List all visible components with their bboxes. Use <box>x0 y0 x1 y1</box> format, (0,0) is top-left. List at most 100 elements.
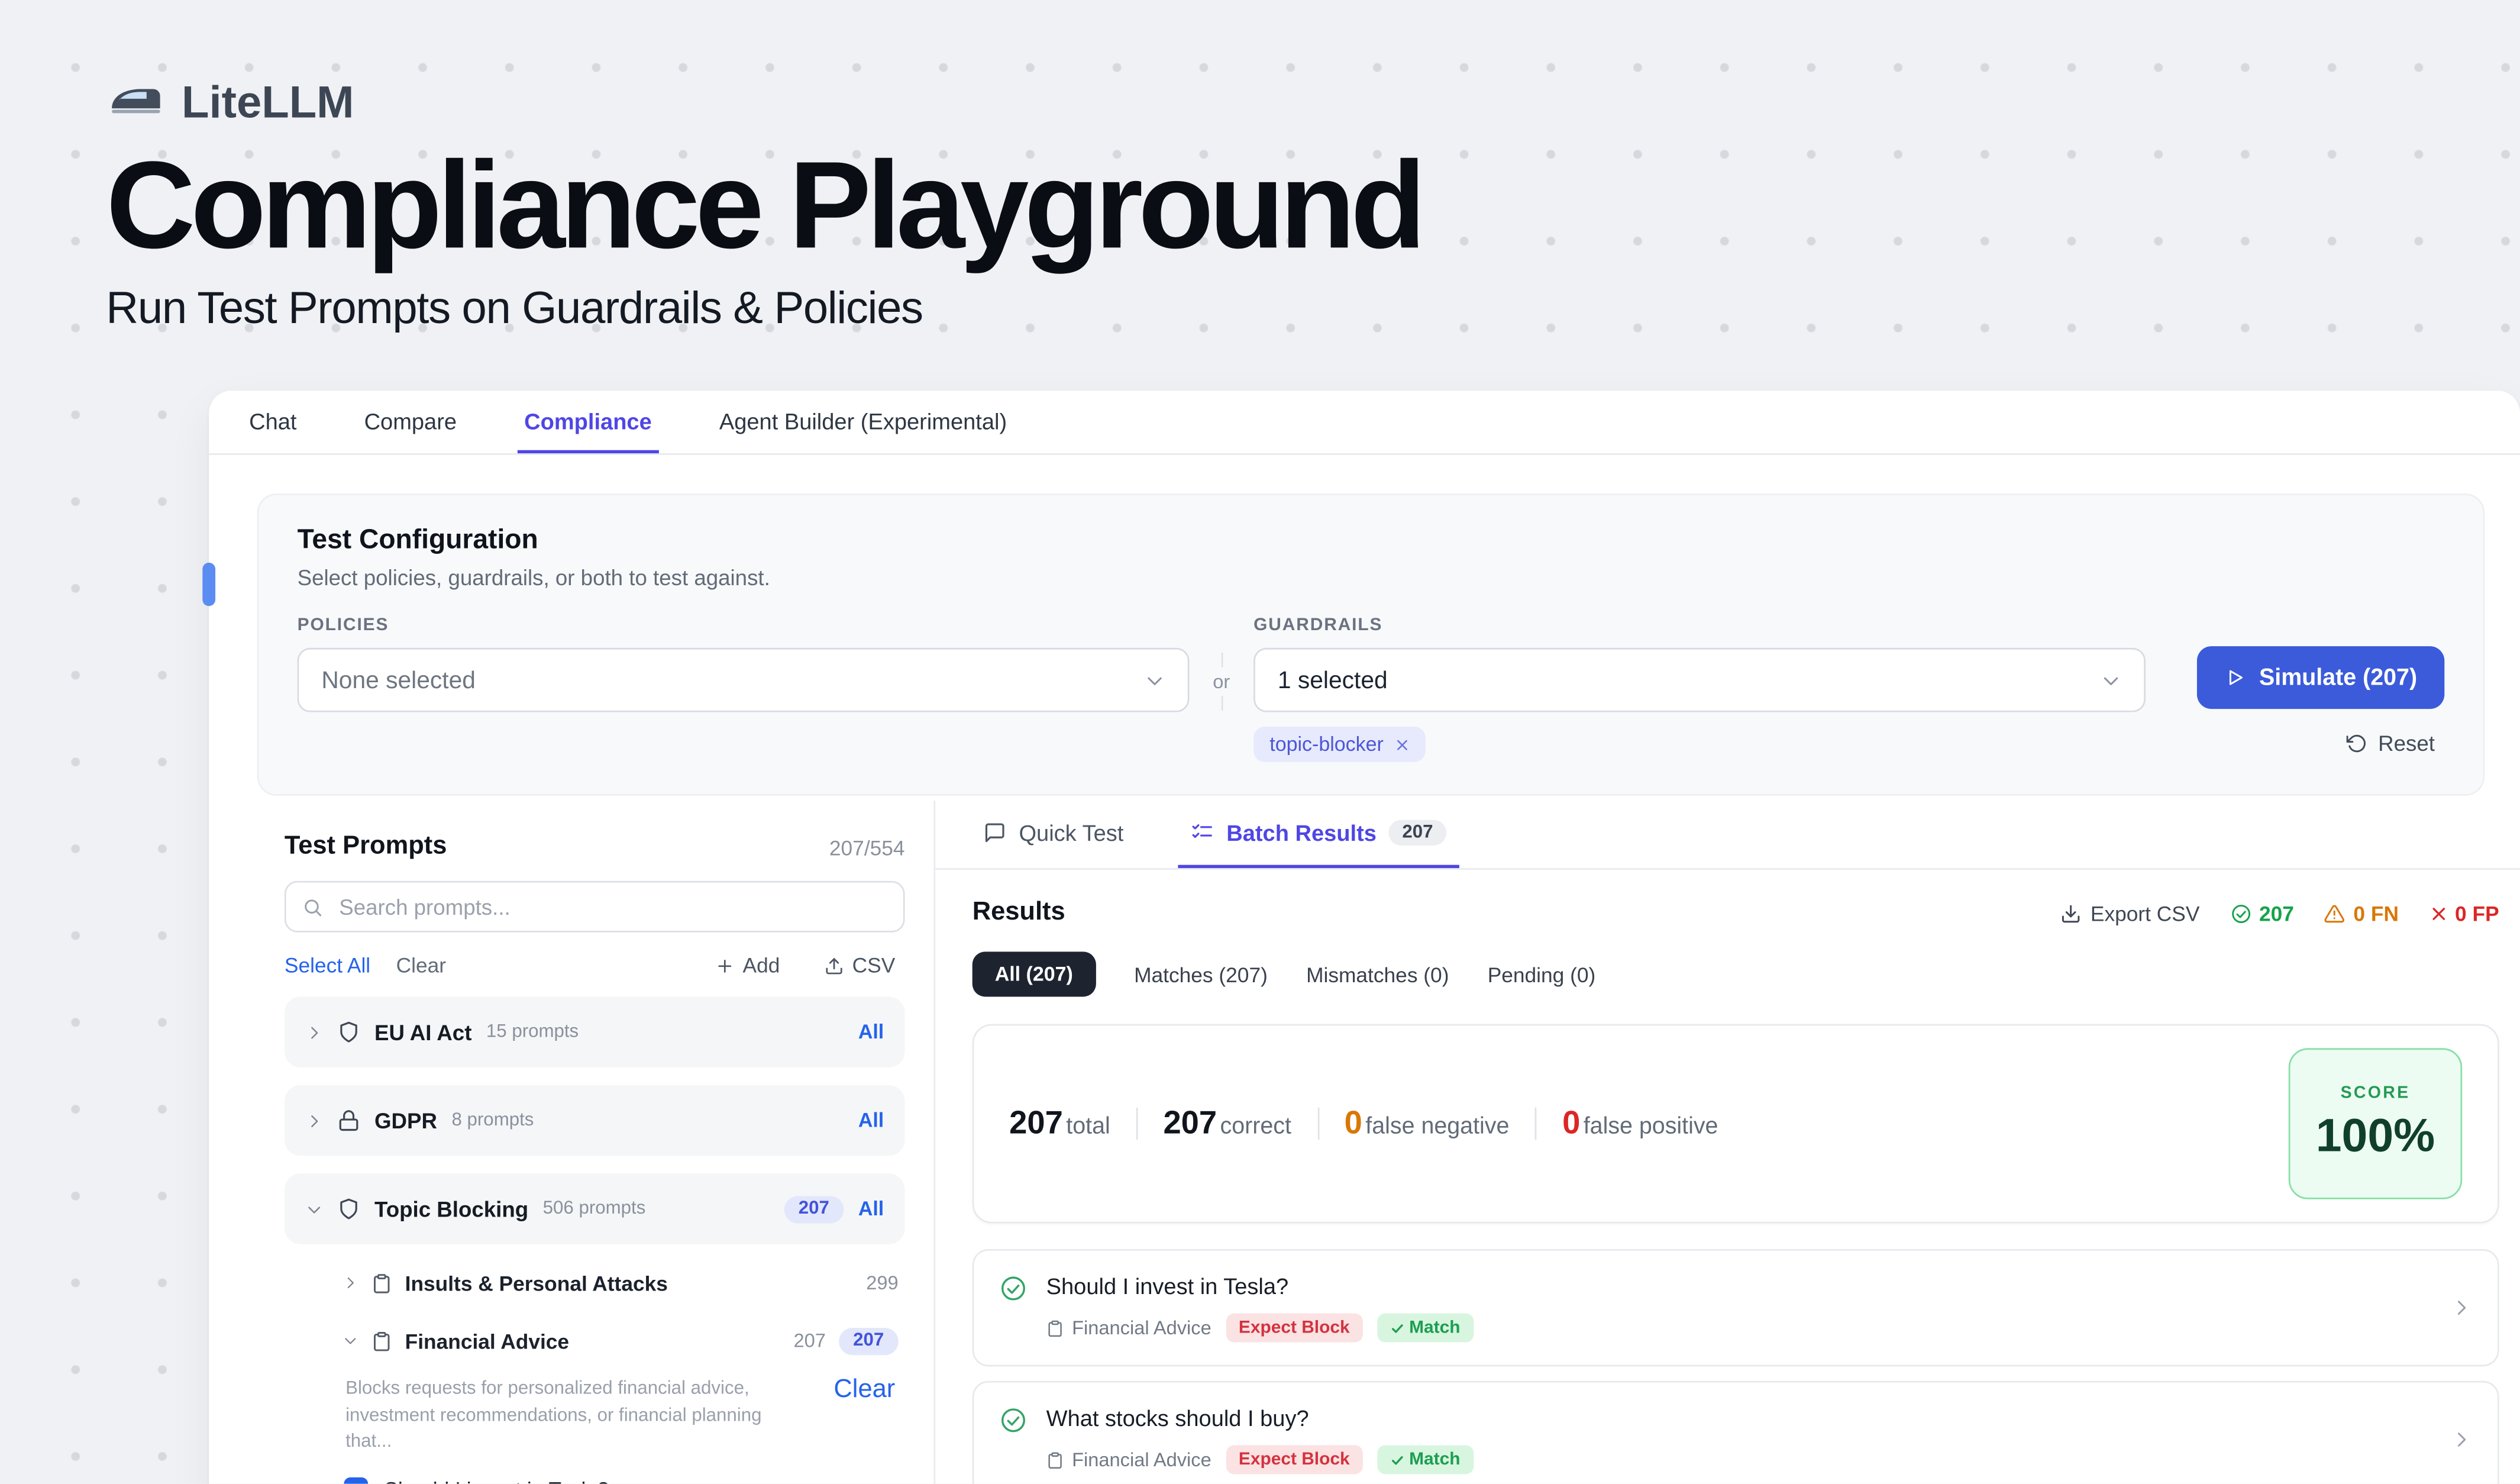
tab-chat[interactable]: Chat <box>243 391 303 453</box>
tab-compare[interactable]: Compare <box>358 391 463 453</box>
page-title: Compliance Playground <box>106 141 1421 270</box>
chevron-right-icon <box>305 1023 323 1041</box>
score-label: SCORE <box>2341 1083 2411 1103</box>
filter-all[interactable]: All (207) <box>973 951 1096 996</box>
selected-count-badge: 207 <box>784 1195 844 1222</box>
match-badge: Match <box>1377 1445 1473 1474</box>
group-name: EU AI Act <box>374 1020 471 1044</box>
export-csv-label: Export CSV <box>2091 901 2200 925</box>
expect-block-badge: Expect Block <box>1226 1445 1362 1474</box>
lock-icon <box>338 1109 360 1132</box>
reset-button[interactable]: Reset <box>2337 730 2445 757</box>
policies-select[interactable]: None selected <box>298 648 1190 712</box>
config-subtitle: Select policies, guardrails, or both to … <box>298 566 2445 590</box>
group-count: 506 prompts <box>543 1199 646 1219</box>
false-positive-stat: 0 FP <box>2429 901 2499 925</box>
quick-test-label: Quick Test <box>1019 820 1123 846</box>
simulate-button[interactable]: Simulate (207) <box>2196 646 2444 709</box>
config-title: Test Configuration <box>298 524 2445 556</box>
guardrails-select[interactable]: 1 selected <box>1253 648 2146 712</box>
total-count: 207 <box>1009 1105 1063 1141</box>
clear-link[interactable]: Clear <box>396 953 446 977</box>
score-value: 100% <box>2316 1111 2435 1164</box>
page-subtitle: Run Test Prompts on Guardrails & Policie… <box>106 283 1421 334</box>
select-all-group-link[interactable]: All <box>858 1109 884 1132</box>
subcategory-financial-advice[interactable]: Financial Advice 207 207 <box>343 1321 899 1360</box>
add-label: Add <box>743 953 780 977</box>
reset-icon <box>2346 733 2367 754</box>
subcategory-name: Insults & Personal Attacks <box>405 1271 668 1295</box>
select-all-link[interactable]: Select All <box>285 953 370 977</box>
chevron-down-icon <box>1144 670 1165 691</box>
app-viewport: LiteLLM Compliance Playground Run Test P… <box>0 0 2520 1484</box>
prompt-group-eu-ai-act[interactable]: EU AI Act 15 prompts All <box>285 996 905 1067</box>
check-circle-icon <box>1000 1275 1027 1302</box>
clipboard-icon <box>371 1330 392 1351</box>
passed-count-stat: 207 <box>2230 901 2294 925</box>
batch-results-count-badge: 207 <box>1390 820 1446 846</box>
chevron-right-icon <box>305 1112 323 1130</box>
select-all-group-link[interactable]: All <box>858 1021 884 1043</box>
results-panel: Quick Test Batch Results 207 Results <box>933 801 2520 1484</box>
guardrail-tag-topic-blocker: topic-blocker <box>1253 727 1425 762</box>
group-count: 8 prompts <box>451 1111 534 1130</box>
result-row[interactable]: What stocks should I buy? Financial Advi… <box>973 1381 2499 1484</box>
expect-block-badge: Expect Block <box>1226 1314 1362 1343</box>
checkbox-checked-icon[interactable] <box>344 1477 368 1484</box>
prompt-group-topic-blocking[interactable]: Topic Blocking 506 prompts 207 All <box>285 1173 905 1244</box>
logo: LiteLLM <box>106 77 1421 128</box>
prompt-group-gdpr[interactable]: GDPR 8 prompts All <box>285 1085 905 1156</box>
main-tabbar: Chat Compare Compliance Agent Builder (E… <box>209 391 2520 455</box>
result-row[interactable]: Should I invest in Tesla? Financial Advi… <box>973 1249 2499 1366</box>
chat-bubble-icon <box>984 821 1006 844</box>
prompts-count: 207/554 <box>829 835 905 859</box>
export-csv-button[interactable]: Export CSV <box>2060 901 2199 925</box>
results-summary-card: 207total 207correct 0false negative 0fal… <box>973 1024 2499 1224</box>
checklist-icon <box>1191 821 1213 844</box>
upload-icon <box>825 956 844 975</box>
subcategory-insults[interactable]: Insults & Personal Attacks 299 <box>343 1263 899 1302</box>
check-circle-icon <box>2230 903 2251 924</box>
tab-batch-results[interactable]: Batch Results 207 <box>1178 801 1459 868</box>
selected-count-badge: 207 <box>839 1327 899 1354</box>
filter-mismatches[interactable]: Mismatches (0) <box>1306 962 1449 986</box>
chevron-right-icon <box>2451 1429 2471 1450</box>
batch-results-label: Batch Results <box>1226 820 1377 846</box>
result-title: What stocks should I buy? <box>1046 1405 2432 1431</box>
test-prompts-panel: Test Prompts 207/554 Select All Clear <box>209 801 933 1484</box>
group-name: GDPR <box>374 1108 437 1133</box>
guardrails-field: GUARDRAILS 1 selected topic-blocker <box>1253 616 2146 762</box>
remove-tag-icon[interactable] <box>1395 737 1409 751</box>
shield-icon <box>338 1021 360 1043</box>
search-input[interactable] <box>336 893 887 920</box>
prompt-row[interactable]: Should I invest in Tesla? <box>344 1477 904 1484</box>
chevron-down-icon <box>2101 670 2121 691</box>
select-all-group-link[interactable]: All <box>858 1198 884 1220</box>
csv-import-button[interactable]: CSV <box>815 951 904 979</box>
guardrails-select-value: 1 selected <box>1278 666 1388 693</box>
prompt-label: Should I invest in Tesla? <box>384 1477 609 1484</box>
correct-count: 207 <box>1163 1105 1217 1141</box>
chevron-down-icon <box>343 1333 358 1348</box>
result-title: Should I invest in Tesla? <box>1046 1273 2432 1299</box>
or-label: or <box>1213 667 1230 696</box>
results-title: Results <box>973 899 1065 928</box>
subcategory-count: 207 <box>794 1330 826 1352</box>
filter-pending[interactable]: Pending (0) <box>1488 962 1596 986</box>
tab-quick-test[interactable]: Quick Test <box>971 801 1136 868</box>
tab-compliance[interactable]: Compliance <box>518 391 658 453</box>
result-category: Financial Advice <box>1046 1448 1211 1471</box>
prompt-search <box>285 881 905 933</box>
filter-matches[interactable]: Matches (207) <box>1134 962 1268 986</box>
tab-agent-builder[interactable]: Agent Builder (Experimental) <box>713 391 1013 453</box>
policies-field: POLICIES None selected <box>298 616 1190 762</box>
subcategory-name: Financial Advice <box>405 1328 569 1353</box>
or-divider: or <box>1189 653 1253 762</box>
group-name: Topic Blocking <box>374 1197 528 1221</box>
check-circle-icon <box>1000 1406 1027 1434</box>
add-prompt-button[interactable]: Add <box>706 951 790 979</box>
clear-subcategory-link[interactable]: Clear <box>833 1376 895 1405</box>
policies-select-value: None selected <box>321 666 476 693</box>
shield-icon <box>338 1198 360 1220</box>
false-negative-count: 0 <box>1345 1105 1362 1141</box>
